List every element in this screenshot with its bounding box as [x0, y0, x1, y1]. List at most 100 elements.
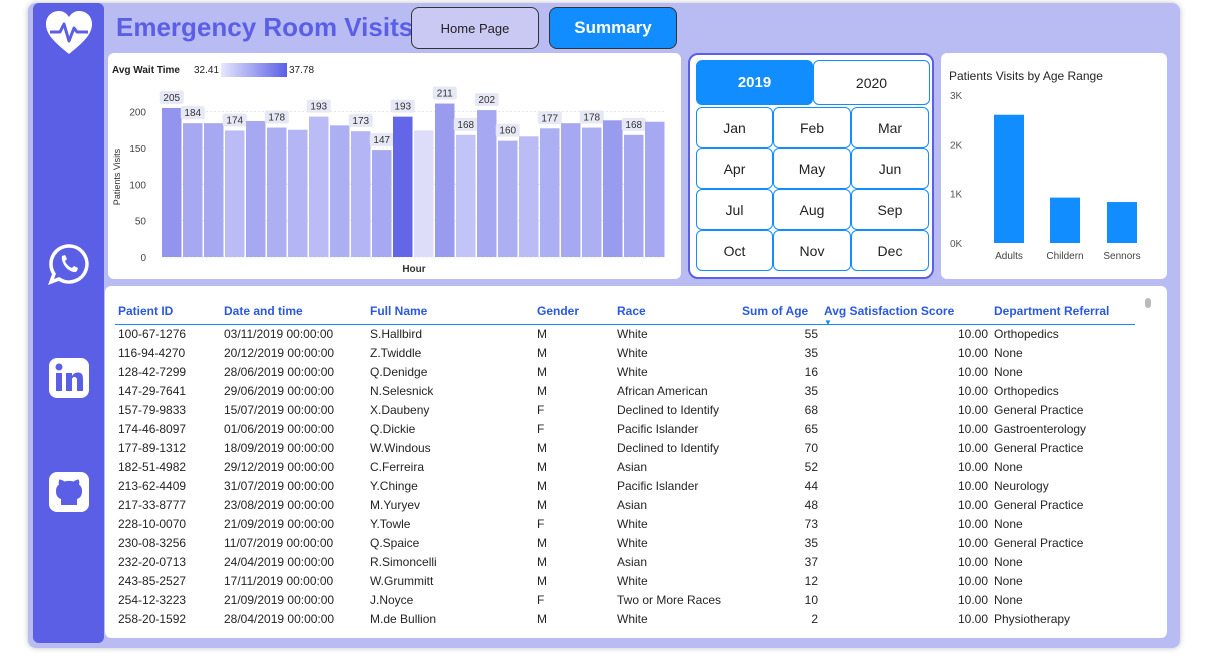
cell-full-name: M.Yuryev	[370, 497, 421, 512]
cell-department: None	[994, 516, 1023, 531]
x-axis-title: Hour	[402, 264, 425, 275]
summary-button[interactable]: Summary	[549, 7, 677, 49]
month-mar-button[interactable]: Mar	[851, 107, 929, 148]
cell-sum-of-age: 73	[804, 516, 818, 531]
cell-patient-id: 147-29-7641	[118, 383, 187, 398]
cell-gender: M	[537, 459, 547, 474]
cell-full-name: Y.Chinge	[370, 478, 418, 493]
table-scrollbar[interactable]	[1145, 298, 1151, 308]
cell-sum-of-age: 65	[804, 421, 818, 436]
table-row[interactable]: 232-20-0713 24/04/2019 00:00:00 R.Simoncel…	[115, 552, 1135, 571]
cell-full-name: J.Noyce	[370, 592, 414, 607]
cell-date-time: 29/12/2019 00:00:00	[224, 459, 335, 474]
cell-full-name: Z.Twiddle	[370, 345, 422, 360]
col-avg-satisfaction-label: Avg Satisfaction Score	[824, 303, 955, 318]
data-label: 178	[583, 113, 600, 124]
year-2019-button[interactable]: 2019	[696, 60, 813, 105]
month-jun-button[interactable]: Jun	[851, 148, 929, 189]
heart-pulse-icon[interactable]	[33, 7, 104, 59]
table-row[interactable]: 213-62-4409 31/07/2019 00:00:00 Y.Chinge M P…	[115, 476, 1135, 495]
github-icon[interactable]	[33, 467, 104, 517]
month-oct-button[interactable]: Oct	[696, 230, 773, 271]
table-row[interactable]: 128-42-7299 28/06/2019 00:00:00 Q.Denidge M…	[115, 362, 1135, 381]
cell-date-time: 01/06/2019 00:00:00	[224, 421, 335, 436]
table-row[interactable]: 217-33-8777 23/08/2019 00:00:00 M.Yuryev M A…	[115, 495, 1135, 514]
col-sum-of-age[interactable]: Sum of Age	[739, 298, 821, 325]
data-label: 147	[373, 135, 390, 146]
age-y-tick-label: 0K	[950, 239, 963, 250]
cell-sum-of-age: 10	[804, 592, 818, 607]
y-tick-label: 0	[140, 253, 146, 264]
whatsapp-icon[interactable]	[33, 239, 104, 289]
cell-avg-satisfaction: 10.00	[957, 535, 988, 550]
col-department[interactable]: Department Referral	[991, 298, 1135, 325]
table-row[interactable]: 230-08-3256 11/07/2019 00:00:00 Q.Spaice M W…	[115, 533, 1135, 552]
cell-sum-of-age: 35	[804, 383, 818, 398]
cell-avg-satisfaction: 10.00	[957, 364, 988, 379]
data-label: 174	[226, 115, 243, 126]
cell-avg-satisfaction: 10.00	[957, 497, 988, 512]
table-row[interactable]: 243-85-2527 17/11/2019 00:00:00 W.Grummitt…	[115, 571, 1135, 590]
month-jul-button[interactable]: Jul	[696, 189, 773, 230]
cell-full-name: W.Grummitt	[370, 573, 434, 588]
table-body: 100-67-1276 03/11/2019 00:00:00 S.Hallbird…	[115, 324, 1135, 628]
cell-race: White	[617, 611, 648, 626]
age-y-tick-label: 3K	[950, 91, 963, 102]
cell-race: Pacific Islander	[617, 478, 699, 493]
sort-descending-icon[interactable]: ▼	[824, 318, 832, 327]
cell-full-name: C.Ferreira	[370, 459, 425, 474]
cell-gender: F	[537, 402, 545, 417]
cell-avg-satisfaction: 10.00	[957, 592, 988, 607]
month-apr-button[interactable]: Apr	[696, 148, 773, 189]
cell-sum-of-age: 52	[804, 459, 818, 474]
col-race[interactable]: Race	[614, 298, 739, 325]
table-row[interactable]: 147-29-7641 29/06/2019 00:00:00 N.Selesnic…	[115, 381, 1135, 400]
col-date-time[interactable]: Date and time	[221, 298, 367, 325]
cell-avg-satisfaction: 10.00	[957, 516, 988, 531]
home-page-button[interactable]: Home Page	[411, 7, 539, 49]
year-2020-button[interactable]: 2020	[813, 60, 930, 105]
table-header-row: Patient ID Date and time Full Name Gende…	[115, 298, 1135, 327]
cell-avg-satisfaction: 10.00	[957, 611, 988, 626]
table-row[interactable]: 174-46-8097 01/06/2019 00:00:00 Q.Dickie F P…	[115, 419, 1135, 438]
cell-date-time: 17/11/2019 00:00:00	[224, 573, 334, 588]
bar	[309, 116, 329, 257]
table-row[interactable]: 182-51-4982 29/12/2019 00:00:00 C.Ferreira…	[115, 457, 1135, 476]
cell-department: None	[994, 345, 1023, 360]
month-feb-button[interactable]: Feb	[773, 107, 851, 148]
col-avg-satisfaction[interactable]: Avg Satisfaction Score ▼	[821, 298, 991, 327]
cell-full-name: S.Hallbird	[370, 326, 423, 341]
table-row[interactable]: 100-67-1276 03/11/2019 00:00:00 S.Hallbird…	[115, 324, 1135, 343]
legend-gradient	[221, 63, 287, 77]
bar	[330, 125, 350, 257]
col-full-name[interactable]: Full Name	[367, 298, 534, 325]
month-sep-button[interactable]: Sep	[851, 189, 929, 230]
month-jan-button[interactable]: Jan	[696, 107, 773, 148]
col-patient-id[interactable]: Patient ID	[115, 298, 221, 325]
bar	[372, 150, 392, 257]
y-tick-label: 50	[135, 217, 147, 228]
cell-department: Orthopedics	[994, 383, 1059, 398]
table-row[interactable]: 258-20-1592 28/04/2019 00:00:00 M.de Bulli…	[115, 609, 1135, 628]
cell-date-time: 28/06/2019 00:00:00	[224, 364, 335, 379]
cell-gender: F	[537, 592, 545, 607]
cell-department: General Practice	[994, 535, 1084, 550]
table-row[interactable]: 116-94-4270 20/12/2019 00:00:00 Z.Twiddle M…	[115, 343, 1135, 362]
table-row[interactable]: 177-89-1312 18/09/2019 00:00:00 W.Windous M…	[115, 438, 1135, 457]
col-gender[interactable]: Gender	[534, 298, 614, 325]
cell-gender: M	[537, 554, 547, 569]
cell-patient-id: 213-62-4409	[118, 478, 187, 493]
table-row[interactable]: 228-10-0070 21/09/2019 00:00:00 Y.Towle F Wh…	[115, 514, 1135, 533]
cell-date-time: 21/09/2019 00:00:00	[224, 516, 335, 531]
cell-gender: F	[537, 516, 545, 531]
month-nov-button[interactable]: Nov	[773, 230, 851, 271]
cell-date-time: 03/11/2019 00:00:00	[224, 326, 334, 341]
cell-full-name: W.Windous	[370, 440, 431, 455]
linkedin-icon[interactable]	[33, 353, 104, 403]
cell-race: Declined to Identify	[617, 402, 720, 417]
table-row[interactable]: 254-12-3223 21/09/2019 00:00:00 J.Noyce F Tw…	[115, 590, 1135, 609]
month-may-button[interactable]: May	[773, 148, 851, 189]
table-row[interactable]: 157-79-9833 15/07/2019 00:00:00 X.Daubeny F…	[115, 400, 1135, 419]
month-dec-button[interactable]: Dec	[851, 230, 929, 271]
month-aug-button[interactable]: Aug	[773, 189, 851, 230]
